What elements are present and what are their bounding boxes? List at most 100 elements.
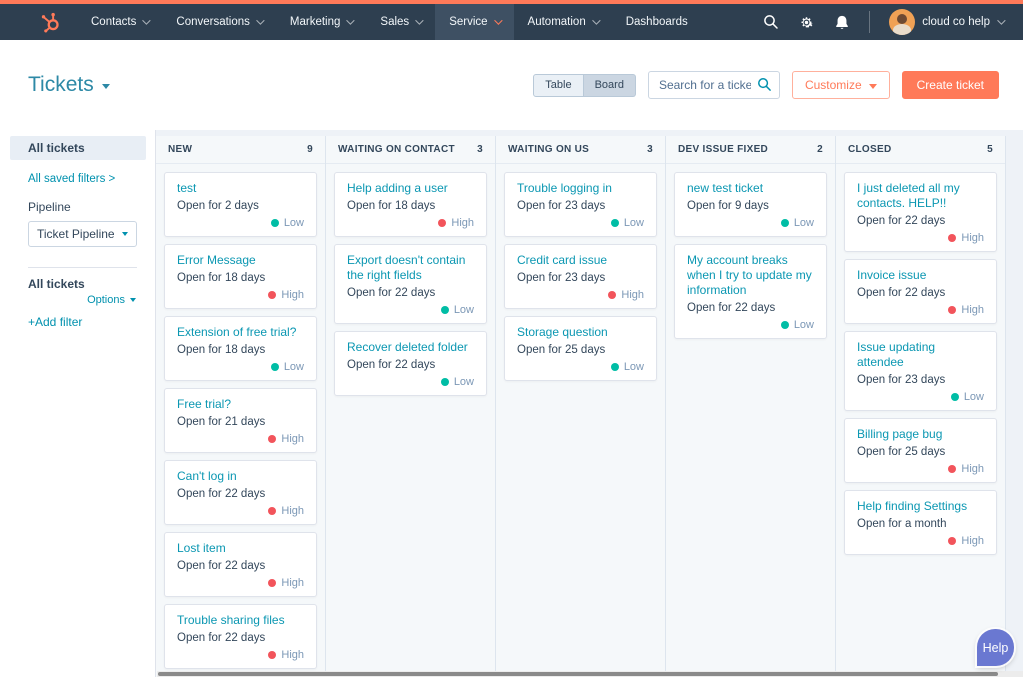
ticket-title-link[interactable]: Storage question <box>517 325 644 340</box>
priority-dot-icon <box>268 435 277 443</box>
hubspot-logo-icon[interactable] <box>0 4 77 40</box>
options-dropdown[interactable]: Options <box>0 294 136 306</box>
sidebar-item-all-tickets[interactable]: All tickets <box>10 136 146 160</box>
nav-item-label: Conversations <box>176 16 250 28</box>
ticket-title-link[interactable]: I just deleted all my contacts. HELP!! <box>857 181 984 211</box>
ticket-title-link[interactable]: Trouble logging in <box>517 181 644 196</box>
ticket-title-link[interactable]: Error Message <box>177 253 304 268</box>
ticket-card[interactable]: Credit card issue Open for 23 days High <box>504 244 657 309</box>
ticket-priority: High <box>857 535 984 547</box>
ticket-card[interactable]: Lost item Open for 22 days High <box>164 532 317 597</box>
nav-item-conversations[interactable]: Conversations <box>162 4 276 40</box>
notifications-bell-icon[interactable] <box>834 14 850 31</box>
column-cards: Trouble logging in Open for 23 days Low Cre… <box>496 164 665 677</box>
user-avatar[interactable] <box>889 9 916 35</box>
ticket-title-link[interactable]: Credit card issue <box>517 253 644 268</box>
ticket-title-link[interactable]: My account breaks when I try to update m… <box>687 253 814 298</box>
ticket-open-duration: Open for 22 days <box>177 488 266 500</box>
ticket-card[interactable]: Error Message Open for 18 days High <box>164 244 317 309</box>
create-ticket-button[interactable]: Create ticket <box>901 71 999 99</box>
pipeline-select[interactable]: Ticket Pipeline <box>28 221 137 247</box>
priority-dot-icon <box>610 219 619 227</box>
priority-label: Low <box>453 304 474 316</box>
ticket-title-link[interactable]: Lost item <box>177 541 304 556</box>
ticket-title-link[interactable]: new test ticket <box>687 181 814 196</box>
priority-label: Low <box>623 361 644 373</box>
priority-dot-icon <box>780 321 789 329</box>
ticket-title-link[interactable]: Issue updating attendee <box>857 340 984 370</box>
priority-label: Low <box>283 361 304 373</box>
view-toggle-table[interactable]: Table <box>533 73 584 97</box>
ticket-priority: Low <box>687 217 814 229</box>
column-header: WAITING ON US 3 <box>496 136 665 164</box>
ticket-board: NEW 9 test Open for 2 days Low Error Message O… <box>156 130 1023 677</box>
column-count: 3 <box>477 144 483 155</box>
nav-item-dashboards[interactable]: Dashboards <box>612 4 702 40</box>
ticket-card[interactable]: Help adding a user Open for 18 days High <box>334 172 487 237</box>
ticket-card[interactable]: Export doesn't contain the right fields O… <box>334 244 487 324</box>
nav-item-marketing[interactable]: Marketing <box>276 4 367 40</box>
ticket-card[interactable]: My account breaks when I try to update m… <box>674 244 827 339</box>
board-column-waiting-on-us: WAITING ON US 3 Trouble logging in Open for… <box>496 136 666 677</box>
ticket-title-link[interactable]: Can't log in <box>177 469 304 484</box>
horizontal-scrollbar[interactable] <box>157 671 1023 677</box>
options-label: Options <box>87 294 125 306</box>
customize-button[interactable]: Customize <box>791 71 890 99</box>
page-title-dropdown[interactable]: Tickets <box>28 73 110 97</box>
filters-sidebar: All tickets All saved filters > Pipeline… <box>0 130 156 677</box>
help-button[interactable]: Help <box>977 629 1014 666</box>
account-name: cloud co help <box>922 16 990 28</box>
priority-label: High <box>961 463 984 475</box>
ticket-priority: Low <box>857 391 984 403</box>
ticket-card[interactable]: Can't log in Open for 22 days High <box>164 460 317 525</box>
search-icon[interactable] <box>763 14 779 30</box>
account-menu[interactable]: cloud co help <box>889 9 1006 35</box>
ticket-card[interactable]: Invoice issue Open for 22 days High <box>844 259 997 324</box>
priority-dot-icon <box>948 306 957 314</box>
ticket-title-link[interactable]: Invoice issue <box>857 268 984 283</box>
search-icon[interactable] <box>757 77 772 97</box>
ticket-open-duration: Open for 9 days <box>687 200 769 212</box>
nav-item-contacts[interactable]: Contacts <box>77 4 162 40</box>
ticket-card[interactable]: Extension of free trial? Open for 18 days… <box>164 316 317 381</box>
add-filter-link[interactable]: +Add filter <box>28 315 155 329</box>
ticket-card[interactable]: Trouble sharing files Open for 22 days Hig… <box>164 604 317 669</box>
view-toggle-board[interactable]: Board <box>583 73 636 97</box>
ticket-title-link[interactable]: test <box>177 181 304 196</box>
ticket-card[interactable]: Free trial? Open for 21 days High <box>164 388 317 453</box>
ticket-card[interactable]: I just deleted all my contacts. HELP!! Op… <box>844 172 997 252</box>
ticket-card[interactable]: Issue updating attendee Open for 23 days L… <box>844 331 997 411</box>
ticket-open-duration: Open for 22 days <box>857 215 946 227</box>
main-nav: Contacts Conversations Marketing Sales Servi… <box>77 4 702 40</box>
ticket-priority: High <box>857 463 984 475</box>
nav-item-sales[interactable]: Sales <box>366 4 435 40</box>
chevron-down-icon <box>130 298 136 302</box>
ticket-card[interactable]: test Open for 2 days Low <box>164 172 317 237</box>
nav-item-automation[interactable]: Automation <box>514 4 612 40</box>
ticket-title-link[interactable]: Export doesn't contain the right fields <box>347 253 474 283</box>
column-cards: test Open for 2 days Low Error Message Open … <box>156 164 325 677</box>
header-controls: TableBoard Customize Create ticket <box>533 71 999 99</box>
priority-label: High <box>961 232 984 244</box>
nav-item-label: Sales <box>380 16 410 28</box>
ticket-card[interactable]: Help finding Settings Open for a month Hig… <box>844 490 997 555</box>
ticket-card[interactable]: new test ticket Open for 9 days Low <box>674 172 827 237</box>
ticket-card[interactable]: Billing page bug Open for 25 days High <box>844 418 997 483</box>
ticket-priority: High <box>857 232 984 244</box>
ticket-card[interactable]: Storage question Open for 25 days Low <box>504 316 657 381</box>
ticket-title-link[interactable]: Extension of free trial? <box>177 325 304 340</box>
nav-item-label: Marketing <box>289 16 341 28</box>
ticket-title-link[interactable]: Recover deleted folder <box>347 340 474 355</box>
ticket-title-link[interactable]: Free trial? <box>177 397 304 412</box>
column-name: NEW <box>168 144 193 155</box>
ticket-title-link[interactable]: Trouble sharing files <box>177 613 304 628</box>
ticket-card[interactable]: Recover deleted folder Open for 22 days Lo… <box>334 331 487 396</box>
ticket-title-link[interactable]: Billing page bug <box>857 427 984 442</box>
ticket-title-link[interactable]: Help finding Settings <box>857 499 984 514</box>
all-saved-filters-link[interactable]: All saved filters > <box>28 173 155 185</box>
scrollbar-thumb[interactable] <box>158 672 999 676</box>
settings-gear-icon[interactable] <box>798 14 815 31</box>
ticket-title-link[interactable]: Help adding a user <box>347 181 474 196</box>
nav-item-service[interactable]: Service <box>435 4 514 40</box>
ticket-card[interactable]: Trouble logging in Open for 23 days Low <box>504 172 657 237</box>
